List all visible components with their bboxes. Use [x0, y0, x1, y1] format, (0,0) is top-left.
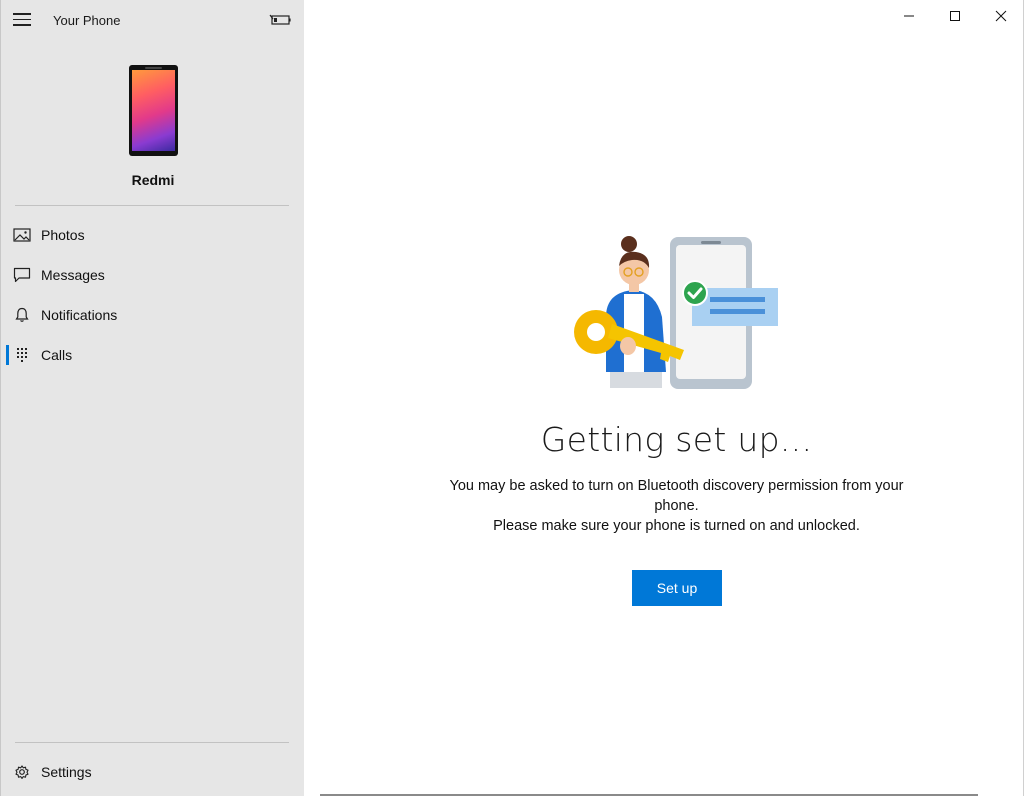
gear-icon [15, 765, 29, 779]
sidebar-item-notifications[interactable]: Notifications [1, 295, 305, 335]
main-content: Getting set up... You may be asked to tu… [304, 0, 1024, 796]
sidebar-item-label: Notifications [41, 307, 118, 323]
messages-icon [13, 267, 31, 283]
titlebar-left: Your Phone [1, 0, 305, 42]
maximize-icon [950, 11, 960, 21]
maximize-button[interactable] [932, 0, 978, 32]
sidebar-item-messages[interactable]: Messages [1, 255, 305, 295]
window-controls [886, 0, 1024, 32]
device-name: Redmi [131, 172, 175, 188]
sidebar-item-photos[interactable]: Photos [1, 215, 305, 255]
page-title: Getting set up... [540, 420, 813, 459]
minimize-icon [904, 15, 914, 17]
device-thumbnail [129, 65, 178, 156]
setup-button[interactable]: Set up [632, 570, 722, 606]
sidebar-item-calls[interactable]: Calls [1, 335, 305, 375]
sidebar-divider [15, 205, 289, 206]
sidebar-divider [15, 742, 289, 743]
bell-icon [15, 307, 29, 322]
hamburger-menu-icon[interactable] [13, 13, 31, 27]
close-icon [995, 10, 1007, 22]
close-button[interactable] [978, 0, 1024, 32]
photos-icon [13, 228, 31, 242]
sidebar-item-label: Photos [41, 227, 85, 243]
battery-icon [269, 14, 291, 25]
setup-description: You may be asked to turn on Bluetooth di… [439, 476, 914, 536]
sidebar-item-label: Messages [41, 267, 105, 283]
dialpad-icon [17, 348, 27, 362]
sidebar-item-label: Calls [41, 347, 73, 363]
app-title: Your Phone [53, 13, 121, 28]
settings-label: Settings [41, 764, 92, 780]
description-line-2: Please make sure your phone is turned on… [493, 518, 860, 534]
minimize-button[interactable] [886, 0, 932, 32]
description-line-1: You may be asked to turn on Bluetooth di… [449, 478, 904, 514]
sidebar: Your Phone Redmi Photos Messages Notific… [0, 0, 304, 796]
sidebar-item-settings[interactable]: Settings [1, 752, 305, 792]
setup-illustration [574, 236, 778, 389]
